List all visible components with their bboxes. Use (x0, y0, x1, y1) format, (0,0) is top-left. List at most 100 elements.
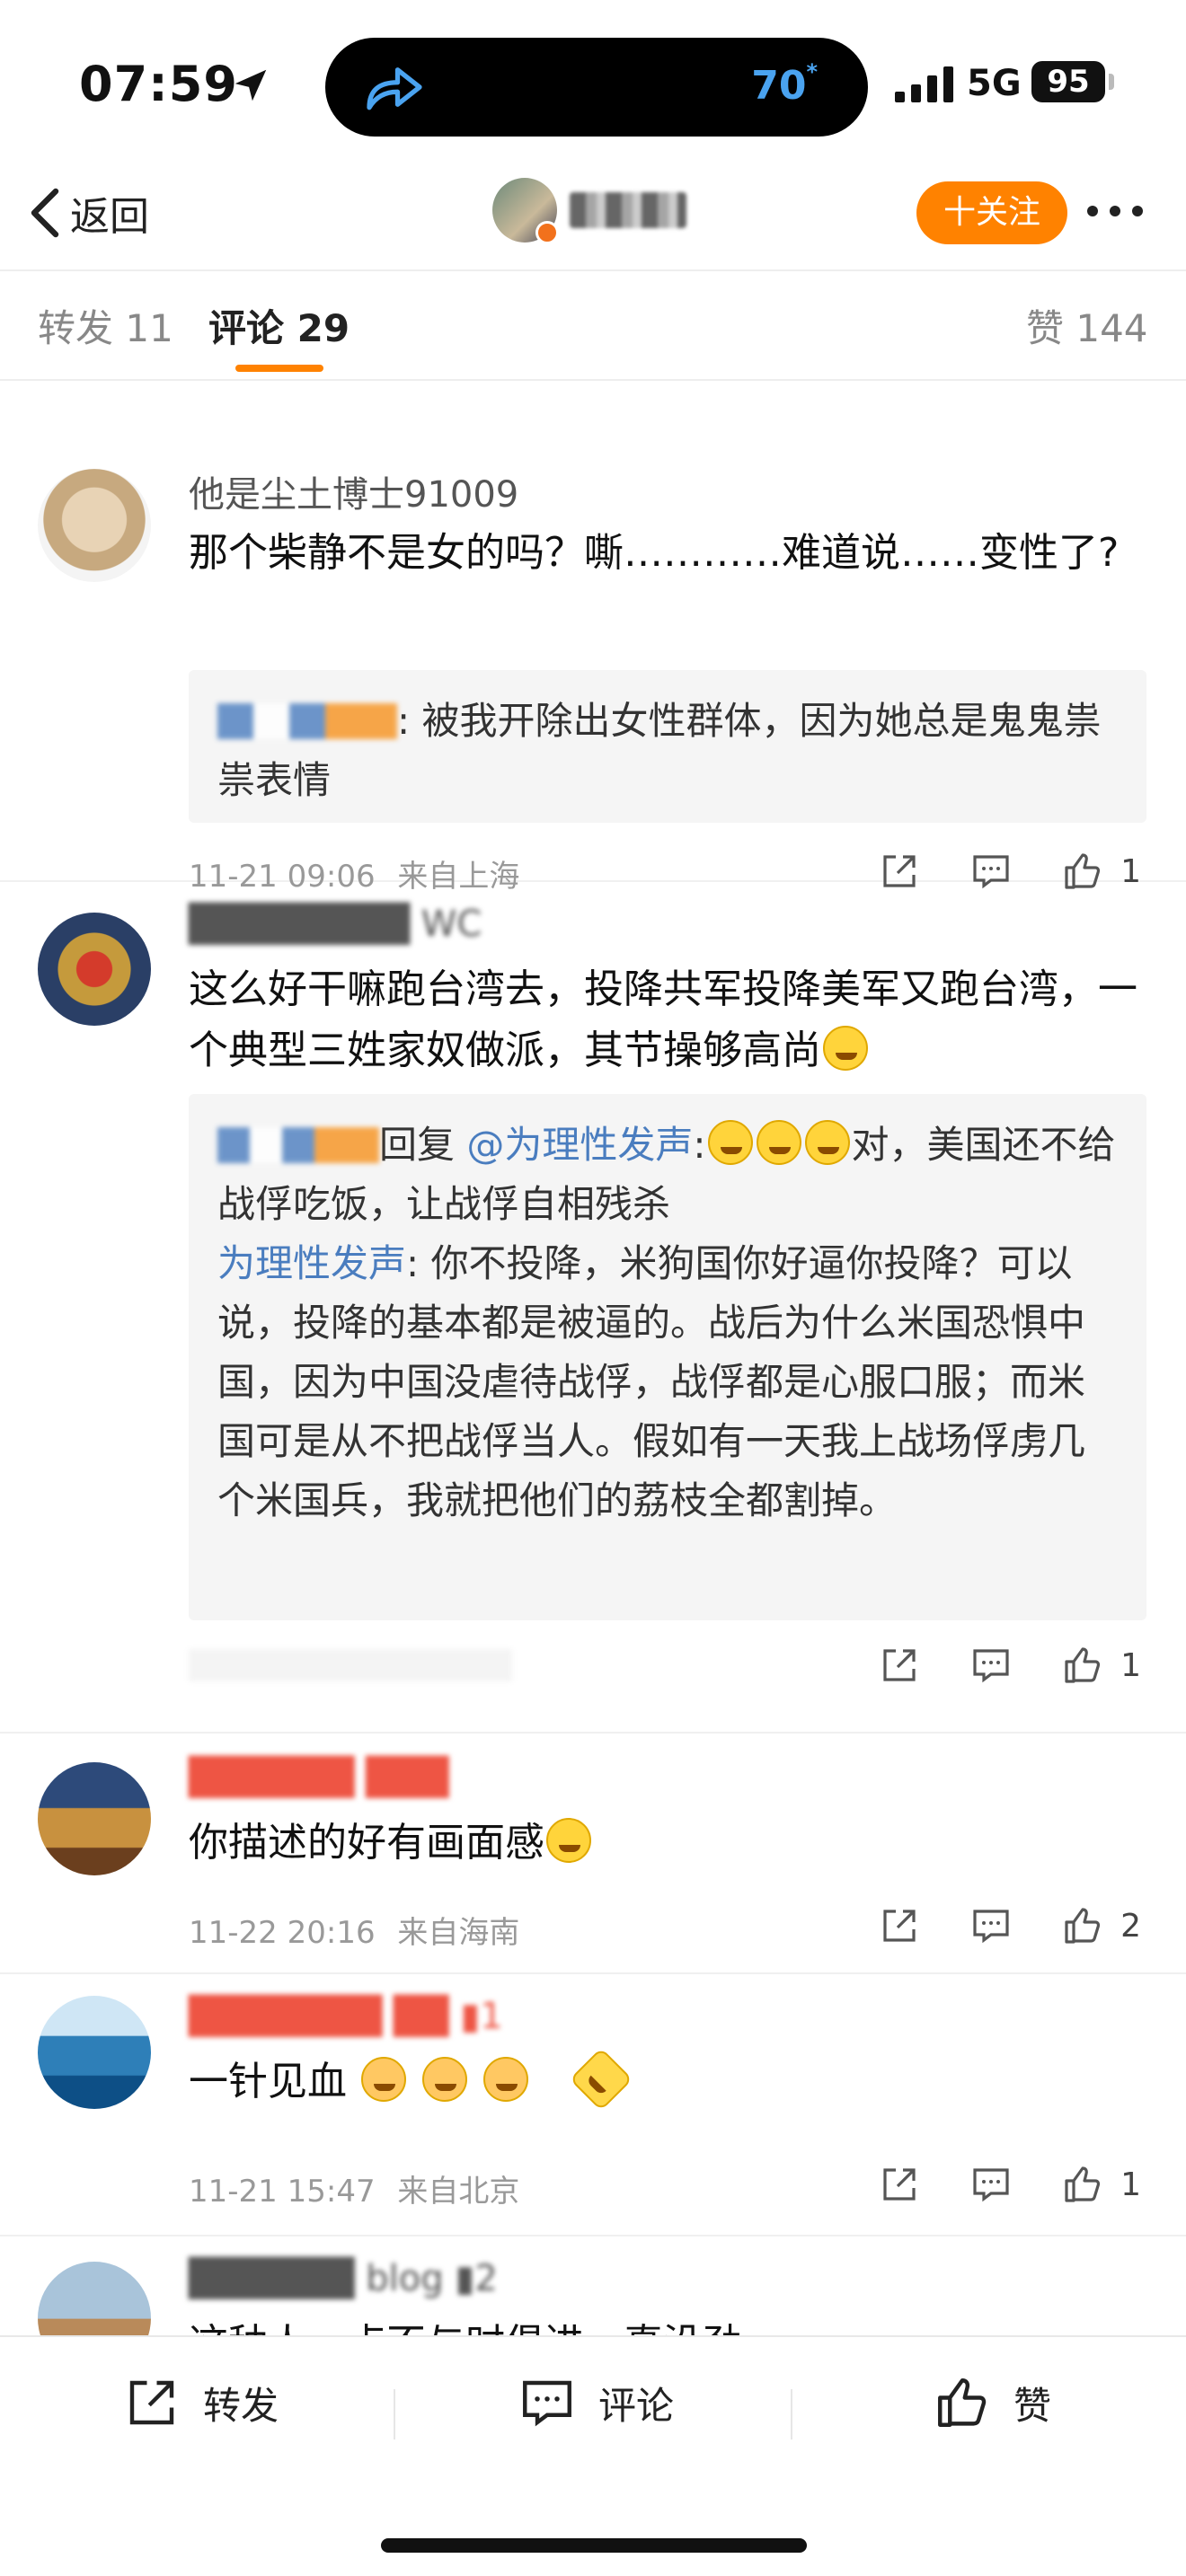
comment-text: 一针见血 (189, 2047, 1141, 2113)
comment-time: 11-22 20:16 (189, 1915, 376, 1951)
commenter-name-redacted[interactable]: ██████ ███ (189, 1757, 449, 1798)
comment-text: 这种人一点不与时俱进，真没劲 (189, 2314, 1141, 2335)
network-type: 5G (967, 63, 1022, 104)
share-icon[interactable] (878, 1904, 921, 1947)
comment-item: ███████ ██ ▮1 一针见血 11-21 15:47 来自北京 1 (0, 1976, 1186, 2236)
comment-icon (523, 2380, 571, 2427)
island-value: 70* (751, 59, 818, 109)
comment-item: 他是尘土博士91009 那个柴静不是女的吗？嘶…………难道说……变性了? : 被… (0, 415, 1186, 895)
divider (791, 2389, 792, 2439)
reply-author[interactable]: 为理性发声 (217, 1241, 406, 1285)
status-bar: 07:59 70* 5G 95 (0, 0, 1186, 162)
author-name-redacted[interactable] (570, 192, 686, 228)
tab-bar: 转发 11 评论 29 赞 144 (0, 269, 1186, 381)
repost-button[interactable]: 转发 (122, 2373, 279, 2432)
tab-likes[interactable]: 赞 144 (1026, 298, 1148, 353)
comment-icon[interactable] (969, 1904, 1013, 1947)
thumbs-up-icon[interactable] (1061, 1904, 1104, 1947)
more-options-icon[interactable] (1084, 198, 1146, 225)
island-value-number: 70 (751, 63, 807, 109)
comment-actions: 1 (829, 1644, 1141, 1687)
location-arrow-icon (235, 69, 267, 101)
like-label: 赞 (1013, 2383, 1052, 2428)
comment-meta: 11-21 15:47 来自北京 (189, 2166, 519, 2210)
avatar[interactable] (38, 2262, 151, 2335)
share-icon[interactable] (878, 1644, 921, 1687)
repost-label: 转发 (203, 2383, 279, 2428)
comment-text-body: 这么好干嘛跑台湾去，投降共军投降美军又跑台湾，一个典型三姓家奴做派，其节操够高尚 (189, 966, 1137, 1073)
comment-location: 来自北京 (397, 2174, 520, 2210)
comment-label: 评论 (598, 2383, 675, 2428)
comment-item: ████████ WC 这么好干嘛跑台湾去，投降共军投降美军又跑台湾，一个典型三… (0, 884, 1186, 1734)
thumbs-up-emoji-icon (422, 2057, 467, 2102)
thumbs-up-emoji-icon (361, 2057, 406, 2102)
laugh-cry-emoji-icon (707, 1120, 753, 1165)
comment-button[interactable]: 评论 (518, 2373, 674, 2432)
comment-item: ██████ ███ 你描述的好有画面感 11-22 20:16 来自海南 2 (0, 1735, 1186, 1974)
avatar[interactable] (38, 1762, 151, 1875)
like-count: 1 (1120, 2166, 1141, 2203)
bottom-action-bar: 转发 评论 赞 (0, 2335, 1186, 2488)
share-icon (129, 2380, 174, 2425)
cell-signal-icon (895, 66, 953, 102)
thumbs-up-icon (938, 2378, 987, 2427)
thumbs-up-icon[interactable] (1061, 1644, 1104, 1687)
comment-time: 11-21 15:47 (189, 2174, 376, 2210)
reply-box[interactable]: : 被我开除出女性群体，因为她总是鬼鬼祟祟表情 (189, 670, 1146, 823)
reply-author-redacted[interactable] (217, 703, 397, 739)
battery-icon: 95 (1031, 61, 1105, 102)
share-forward-icon (367, 67, 422, 110)
like-count: 1 (1120, 1646, 1141, 1684)
thumbs-up-icon[interactable] (1061, 2163, 1104, 2206)
avatar[interactable] (38, 1996, 151, 2109)
comment-actions: 2 (829, 1904, 1141, 1947)
comment-text: 你描述的好有画面感 (189, 1813, 1141, 1874)
comment-location: 来自海南 (397, 1915, 520, 1951)
battery-tip (1109, 74, 1114, 90)
clock: 07:59 (79, 56, 238, 112)
laugh-cry-emoji-icon (804, 1120, 850, 1165)
comment-list: 他是尘土博士91009 那个柴静不是女的吗？嘶…………难道说……变性了? : 被… (0, 381, 1186, 2335)
island-value-mark: * (806, 59, 818, 85)
comment-text-body: 你描述的好有画面感 (189, 1820, 544, 1866)
shush-emoji-icon (823, 1026, 868, 1071)
commenter-name[interactable]: 他是尘土博士91009 (189, 465, 518, 517)
thumbs-up-emoji-icon (483, 2057, 528, 2102)
home-indicator[interactable] (381, 2538, 807, 2553)
dynamic-island: 70* (325, 38, 868, 137)
comment-text: 那个柴静不是女的吗？嘶…………难道说……变性了? (189, 530, 1120, 576)
avatar[interactable] (38, 913, 151, 1026)
comment-meta: 11-22 20:16 来自海南 (189, 1908, 519, 1952)
laugh-cry-emoji-icon (756, 1120, 801, 1165)
tab-repost[interactable]: 转发 11 (38, 298, 173, 353)
like-count: 2 (1120, 1907, 1141, 1945)
commenter-name-redacted[interactable]: ████████ WC (189, 904, 482, 945)
comment-meta-redacted (189, 1649, 512, 1681)
tab-comment[interactable]: 评论 29 (208, 298, 350, 353)
active-tab-indicator (235, 365, 323, 372)
comment-text: 这么好干嘛跑台湾去，投降共军投降美军又跑台湾，一个典型三姓家奴做派，其节操够高尚 (189, 959, 1141, 1081)
reply-author-redacted[interactable] (217, 1127, 379, 1163)
comment-icon[interactable] (969, 2163, 1013, 2206)
reply-mid: 回复 (379, 1123, 456, 1167)
commenter-name-redacted[interactable]: ███████ ██ ▮1 (189, 1996, 503, 2037)
like-button[interactable]: 赞 (933, 2373, 1051, 2432)
reply-box[interactable]: 回复 @为理性发声: 对，美国还不给战俘吃饭，让战俘自相残杀 为理性发声: 你不投… (189, 1094, 1146, 1620)
comment-item: ██████ blog ▮2 这种人一点不与时俱进，真没劲 (0, 2238, 1186, 2335)
verified-badge-icon (535, 221, 559, 244)
nav-bar: 返回 十关注 (0, 162, 1186, 269)
comment-icon[interactable] (969, 1644, 1013, 1687)
gem-badge-icon (569, 2047, 633, 2112)
grin-emoji-icon (546, 1818, 591, 1863)
divider (394, 2389, 395, 2439)
share-icon[interactable] (878, 2163, 921, 2206)
back-label: 返回 (70, 194, 149, 240)
comment-text-body: 一针见血 (189, 2059, 347, 2104)
comment-actions: 1 (829, 2163, 1141, 2206)
chevron-left-icon (31, 188, 59, 238)
follow-button[interactable]: 十关注 (916, 181, 1067, 244)
back-button[interactable]: 返回 (27, 181, 149, 244)
reply-mention[interactable]: @为理性发声 (466, 1123, 693, 1167)
avatar[interactable] (38, 469, 151, 582)
commenter-name-redacted[interactable]: ██████ blog ▮2 (189, 2258, 498, 2299)
